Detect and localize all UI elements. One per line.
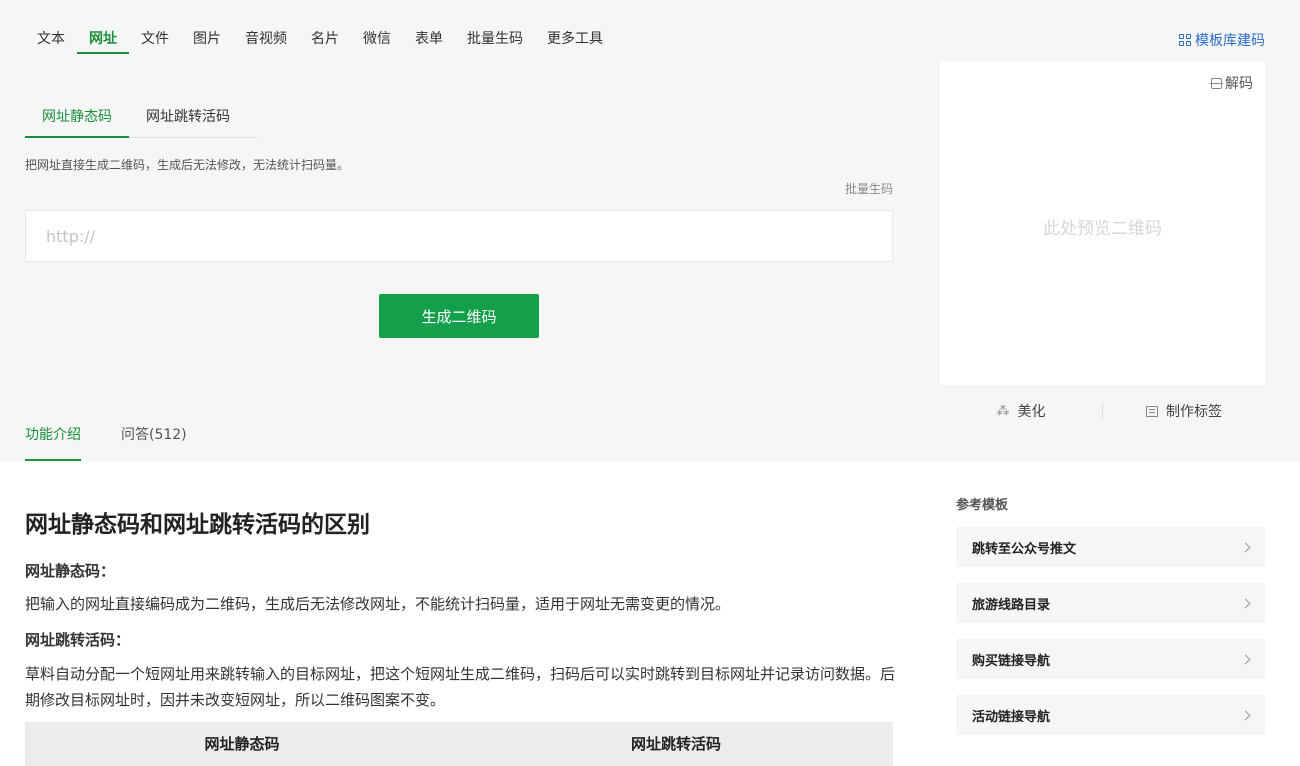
nav-item-batch[interactable]: 批量生码 bbox=[455, 26, 535, 54]
nav-item-more-tools[interactable]: 更多工具 bbox=[535, 26, 615, 54]
chevron-right-icon bbox=[1240, 542, 1251, 552]
template-library-link[interactable]: 模板库建码 bbox=[1179, 30, 1265, 50]
template-item-label: 购买链接导航 bbox=[972, 653, 1051, 669]
nav-item-image[interactable]: 图片 bbox=[181, 26, 233, 54]
beautify-label: 美化 bbox=[1017, 404, 1046, 420]
nav-item-url[interactable]: 网址 bbox=[77, 26, 129, 54]
template-item-label: 跳转至公众号推文 bbox=[972, 541, 1077, 557]
generate-qrcode-button[interactable]: 生成二维码 bbox=[379, 294, 539, 338]
template-item[interactable]: 活动链接导航 bbox=[956, 695, 1265, 735]
make-label-button[interactable]: 制作标签 bbox=[1103, 401, 1265, 421]
batch-generate-link[interactable]: 批量生码 bbox=[845, 180, 893, 197]
chevron-right-icon bbox=[1240, 654, 1251, 664]
static-code-text: 把输入的网址直接编码成为二维码，生成后无法修改网址，不能统计扫码量，适用于网址无… bbox=[25, 595, 731, 613]
tab-static-code[interactable]: 网址静态码 bbox=[25, 98, 129, 138]
dynamic-code-label: 网址跳转活码： bbox=[25, 631, 131, 649]
nav-item-card[interactable]: 名片 bbox=[299, 26, 351, 54]
url-input[interactable] bbox=[25, 210, 893, 262]
decode-label: 解码 bbox=[1225, 76, 1253, 92]
type-nav: 文本 网址 文件 图片 音视频 名片 微信 表单 批量生码 更多工具 bbox=[25, 26, 615, 54]
mode-description: 把网址直接生成二维码，生成后无法修改，无法统计扫码量。 bbox=[25, 158, 350, 172]
template-item[interactable]: 购买链接导航 bbox=[956, 639, 1265, 679]
grid-icon bbox=[1179, 34, 1191, 46]
sparkle-icon: ⁂ bbox=[996, 403, 1010, 419]
nav-item-file[interactable]: 文件 bbox=[129, 26, 181, 54]
label-icon bbox=[1146, 405, 1158, 417]
url-subtabs: 网址静态码 网址跳转活码 bbox=[25, 98, 258, 138]
beautify-button[interactable]: ⁂ 美化 bbox=[940, 401, 1102, 421]
template-item-label: 活动链接导航 bbox=[972, 709, 1051, 725]
article-title: 网址静态码和网址跳转活码的区别 bbox=[25, 512, 370, 538]
chevron-right-icon bbox=[1240, 598, 1251, 608]
nav-item-wechat[interactable]: 微信 bbox=[351, 26, 403, 54]
compare-header-static: 网址静态码 bbox=[204, 735, 280, 753]
info-tabs: 功能介绍 问答(512) bbox=[25, 418, 187, 461]
template-item-label: 旅游线路目录 bbox=[972, 597, 1051, 613]
template-item[interactable]: 跳转至公众号推文 bbox=[956, 527, 1265, 567]
qrcode-preview: 解码 此处预览二维码 bbox=[940, 62, 1265, 385]
tab-qa[interactable]: 问答(512) bbox=[121, 418, 187, 461]
scan-icon bbox=[1210, 77, 1223, 89]
nav-item-form[interactable]: 表单 bbox=[403, 26, 455, 54]
nav-item-audio-video[interactable]: 音视频 bbox=[233, 26, 299, 54]
template-item[interactable]: 旅游线路目录 bbox=[956, 583, 1265, 623]
compare-header-dynamic: 网址跳转活码 bbox=[630, 735, 721, 753]
static-code-label: 网址静态码： bbox=[25, 562, 116, 580]
preview-tools: ⁂ 美化 制作标签 bbox=[940, 396, 1265, 426]
reference-templates-title: 参考模板 bbox=[956, 498, 1009, 513]
nav-item-text[interactable]: 文本 bbox=[25, 26, 77, 54]
tab-dynamic-code[interactable]: 网址跳转活码 bbox=[129, 98, 247, 138]
dynamic-code-text: 草料自动分配一个短网址用来跳转输入的目标网址，把这个短网址生成二维码，扫码后可以… bbox=[25, 665, 896, 709]
compare-table-header: 网址静态码 网址跳转活码 bbox=[25, 722, 893, 766]
make-label-label: 制作标签 bbox=[1166, 404, 1222, 420]
preview-hint: 此处预览二维码 bbox=[1043, 219, 1162, 239]
tab-feature-intro[interactable]: 功能介绍 bbox=[25, 418, 81, 461]
decode-button[interactable]: 解码 bbox=[1210, 73, 1253, 93]
template-library-label: 模板库建码 bbox=[1195, 33, 1265, 49]
chevron-right-icon bbox=[1240, 710, 1251, 720]
top-panel: 文本 网址 文件 图片 音视频 名片 微信 表单 批量生码 更多工具 模板库建码… bbox=[0, 0, 1300, 461]
